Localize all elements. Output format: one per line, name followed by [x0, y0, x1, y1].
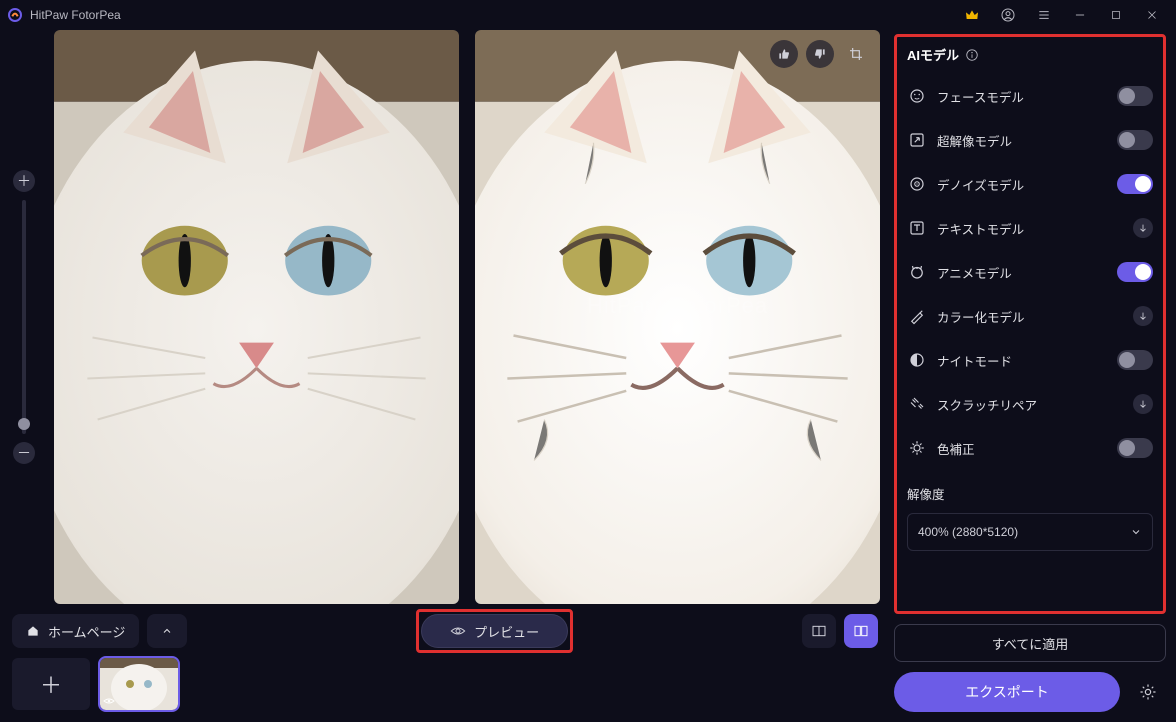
home-button[interactable]: ホームページ	[12, 614, 139, 648]
anime-icon	[907, 262, 927, 282]
maximize-button[interactable]	[1098, 1, 1134, 29]
eye-icon	[103, 695, 115, 707]
resolution-value: 400% (2880*5120)	[918, 525, 1018, 539]
upscale-icon	[907, 130, 927, 150]
side-by-side-button[interactable]	[844, 614, 878, 648]
model-expand[interactable]	[1133, 218, 1153, 238]
compare-slider-button[interactable]	[802, 614, 836, 648]
collapse-button[interactable]	[147, 614, 187, 648]
preview-label: プレビュー	[474, 622, 539, 641]
model-label: フェースモデル	[937, 87, 1107, 106]
sidebar-highlight: AIモデル フェースモデル超解像モデルデノイズモデルテキストモデルアニメモデルカ…	[894, 34, 1166, 614]
before-image-pane[interactable]	[54, 30, 459, 604]
thumbnail-1[interactable]	[100, 658, 178, 710]
titlebar: HitPaw FotorPea	[0, 0, 1176, 30]
sidebar-title: AIモデル	[907, 45, 1153, 64]
face-icon	[907, 86, 927, 106]
preview-button[interactable]: プレビュー	[421, 614, 568, 648]
add-image-button[interactable]: ＋	[12, 658, 90, 710]
menu-icon[interactable]	[1026, 1, 1062, 29]
app-logo-icon	[6, 6, 24, 24]
night-icon	[907, 350, 927, 370]
zoom-out-button[interactable]: －	[13, 442, 35, 464]
zoom-in-button[interactable]: ＋	[13, 170, 35, 192]
thumbs-down-button[interactable]	[806, 40, 834, 68]
model-toggle[interactable]	[1117, 262, 1153, 282]
denoise-icon	[907, 174, 927, 194]
info-icon[interactable]	[965, 48, 979, 62]
model-label: アニメモデル	[937, 263, 1107, 282]
crown-icon[interactable]	[954, 1, 990, 29]
model-row-2[interactable]: デノイズモデル	[907, 162, 1153, 206]
thumbnail-strip: ＋	[6, 652, 884, 716]
profile-icon[interactable]	[990, 1, 1026, 29]
resolution-label: 解像度	[907, 484, 1153, 503]
model-label: デノイズモデル	[937, 175, 1107, 194]
model-label: スクラッチリペア	[937, 395, 1123, 414]
model-row-4[interactable]: アニメモデル	[907, 250, 1153, 294]
gear-icon	[1139, 683, 1157, 701]
model-toggle[interactable]	[1117, 86, 1153, 106]
model-toggle[interactable]	[1117, 130, 1153, 150]
model-toggle[interactable]	[1117, 438, 1153, 458]
chevron-down-icon	[1130, 526, 1142, 538]
minimize-button[interactable]	[1062, 1, 1098, 29]
model-label: ナイトモード	[937, 351, 1107, 370]
model-row-5[interactable]: カラー化モデル	[907, 294, 1153, 338]
view-toggle-group	[802, 614, 878, 648]
home-label: ホームページ	[48, 622, 125, 641]
crop-button[interactable]	[842, 40, 870, 68]
thumbs-up-button[interactable]	[770, 40, 798, 68]
app-title: HitPaw FotorPea	[30, 8, 121, 22]
sidebar: AIモデル フェースモデル超解像モデルデノイズモデルテキストモデルアニメモデルカ…	[890, 30, 1176, 722]
settings-button[interactable]	[1130, 674, 1166, 710]
chevron-up-icon	[161, 625, 173, 637]
toolbar: ホームページ プレビュー	[6, 604, 884, 652]
export-button[interactable]: エクスポート	[894, 672, 1120, 712]
model-label: カラー化モデル	[937, 307, 1123, 326]
close-button[interactable]	[1134, 1, 1170, 29]
watermark-text: HitPaw FotorPea	[587, 293, 768, 319]
workspace: ＋ －	[0, 30, 890, 722]
apply-all-button[interactable]: すべてに適用	[894, 624, 1166, 662]
model-toggle[interactable]	[1117, 350, 1153, 370]
text-icon	[907, 218, 927, 238]
scratch-icon	[907, 394, 927, 414]
model-row-1[interactable]: 超解像モデル	[907, 118, 1153, 162]
zoom-track[interactable]	[22, 200, 26, 434]
preview-highlight: プレビュー	[416, 609, 573, 653]
resolution-select[interactable]: 400% (2880*5120)	[907, 513, 1153, 551]
model-label: テキストモデル	[937, 219, 1123, 238]
model-toggle[interactable]	[1117, 174, 1153, 194]
model-row-6[interactable]: ナイトモード	[907, 338, 1153, 382]
model-row-8[interactable]: 色補正	[907, 426, 1153, 470]
eye-icon	[450, 623, 466, 639]
model-label: 色補正	[937, 439, 1107, 458]
model-expand[interactable]	[1133, 394, 1153, 414]
zoom-slider[interactable]: ＋ －	[10, 30, 38, 604]
model-row-3[interactable]: テキストモデル	[907, 206, 1153, 250]
model-row-0[interactable]: フェースモデル	[907, 74, 1153, 118]
home-icon	[26, 624, 40, 638]
zoom-thumb[interactable]	[18, 418, 30, 430]
after-image-pane[interactable]: HitPaw FotorPea	[475, 30, 880, 604]
model-expand[interactable]	[1133, 306, 1153, 326]
brightness-icon	[907, 438, 927, 458]
model-row-7[interactable]: スクラッチリペア	[907, 382, 1153, 426]
colorize-icon	[907, 306, 927, 326]
model-label: 超解像モデル	[937, 131, 1107, 150]
